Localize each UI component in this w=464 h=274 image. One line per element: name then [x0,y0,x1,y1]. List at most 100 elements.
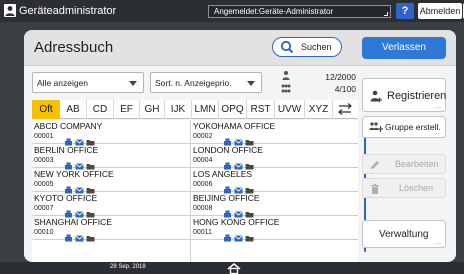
entry-name: BERLIN OFFICE [34,145,99,155]
entry-name: SHANGHAI OFFICE [34,217,112,227]
table-row: BERLIN OFFICE 00003 LONDON OFFICE 00004 [32,144,358,170]
register-button[interactable]: Registrieren ... [362,78,446,112]
address-entry[interactable]: KYOTO OFFICE 00007 [32,192,190,218]
address-entry[interactable]: LOS ANGELES 00006 [190,168,348,194]
entry-number: 00005 [34,181,54,188]
entry-number: 00008 [193,205,213,212]
login-status-text: Angemeldet:Geräte-Administrator [214,7,334,16]
address-entry[interactable]: BEIJING OFFICE 00008 [190,192,348,218]
pencil-icon [371,161,379,169]
tab-cd[interactable]: CD [87,100,114,119]
swap-order-icon[interactable] [336,102,354,117]
tab-uvw[interactable]: UVW [275,100,305,119]
top-bar: Geräteadministrator Angemeldet:Geräte-Ad… [0,0,464,22]
register-label: Registrieren [387,90,447,102]
display-filter-dropdown[interactable]: Alle anzeigen [32,72,144,93]
table-row-partial [32,240,358,262]
entry-count: 12/2000 4/100 [306,71,356,95]
more-indicator: ... [435,104,441,110]
tab-ijk[interactable]: IJK [165,100,192,119]
search-button[interactable]: Suchen [272,37,342,57]
address-entry[interactable]: NEW YORK OFFICE 00005 [32,168,190,194]
table-row: SHANGHAI OFFICE 00010 HONG KONG OFFICE 0… [32,216,358,242]
date-display: 28 Sep. 2018 [110,264,146,270]
address-entry[interactable]: BERLIN OFFICE 00003 [32,144,190,170]
delete-label: Löschen [399,183,434,193]
panel-header: Adressbuch Suchen Verlassen [24,30,456,66]
table-row: ABCD COMPANY 00001 YOKOHAMA OFFICE 00002 [32,120,358,146]
entry-name: LOS ANGELES [193,169,253,179]
sort-value: Sort. n. Anzeigeprio. [155,78,232,88]
address-entry-partial[interactable] [32,240,190,262]
sort-dropdown[interactable]: Sort. n. Anzeigeprio. [150,72,262,93]
page-title: Adressbuch [34,39,114,56]
search-icon [280,40,294,54]
tab-rst[interactable]: RST [247,100,275,119]
admin-title: Geräteadministrator [19,5,117,17]
entry-number: 00003 [34,157,54,164]
add-user-icon [370,90,382,102]
chevron-down-icon [129,81,137,86]
index-tabs: Oft AB CD EF GH IJK LMN OPQ RST UVW XYZ [32,100,358,119]
tab-ef[interactable]: EF [114,100,140,119]
login-status[interactable]: Angemeldet:Geräte-Administrator [208,5,391,18]
tab-xyz[interactable]: XYZ [305,100,333,119]
exit-button[interactable]: Verlassen [362,37,446,59]
delete-button[interactable]: Löschen [362,178,446,198]
more-indicator: ... [435,240,441,246]
count-icons [280,70,292,96]
entry-number: 00006 [193,181,213,188]
help-button[interactable]: ? [396,3,414,19]
more-indicator: ... [435,130,441,136]
address-entry[interactable]: LONDON OFFICE 00004 [190,144,348,170]
manage-label: Verwaltung [379,229,429,240]
entry-name: NEW YORK OFFICE [34,169,114,179]
entry-name: HONG KONG OFFICE [193,217,280,227]
address-book-panel: Adressbuch Suchen Verlassen Alle anzeige… [24,30,456,262]
manage-button[interactable]: Verwaltung ... [362,220,446,248]
screen: Geräteadministrator Angemeldet:Geräte-Ad… [0,0,464,274]
entry-name: LONDON OFFICE [193,145,263,155]
create-group-label: Gruppe erstell. [385,122,441,132]
trash-icon [371,183,379,194]
entry-number: 00010 [34,229,54,236]
person-icon [282,71,290,80]
entry-name: BEIJING OFFICE [193,193,260,203]
entry-number: 00011 [193,229,212,236]
edit-button[interactable]: Bearbeiten [362,154,446,174]
display-filter-value: Alle anzeigen [37,78,89,88]
chevron-down-icon [247,81,255,86]
tab-gh[interactable]: GH [140,100,165,119]
group-icon [369,122,383,132]
group-count-total: 4/100 [334,84,356,94]
tab-oft[interactable]: Oft [32,100,60,119]
expand-corner-icon [384,12,388,16]
group-icon [281,84,291,93]
entry-name: KYOTO OFFICE [34,193,98,203]
entry-number: 00007 [34,205,54,212]
address-entry[interactable]: HONG KONG OFFICE 00011 [190,216,348,242]
logout-button[interactable]: Abmelden [418,3,462,19]
address-entry-partial[interactable] [190,240,348,262]
address-entry[interactable]: ABCD COMPANY 00001 [32,120,190,146]
entry-number: 00001 [34,133,54,140]
table-row: KYOTO OFFICE 00007 BEIJING OFFICE 00008 [32,192,358,218]
address-entry[interactable]: YOKOHAMA OFFICE 00002 [190,120,348,146]
tab-lmn[interactable]: LMN [192,100,219,119]
entry-name: YOKOHAMA OFFICE [193,121,276,131]
search-button-label: Suchen [301,42,332,52]
address-entry[interactable]: SHANGHAI OFFICE 00010 [32,216,190,242]
bottom-bar: 28 Sep. 2018 [0,262,464,274]
entry-name: ABCD COMPANY [34,121,103,131]
tab-opq[interactable]: OPQ [219,100,247,119]
tab-ab[interactable]: AB [60,100,87,119]
entry-count-total: 12/2000 [325,72,356,82]
create-group-button[interactable]: Gruppe erstell. ... [362,116,446,138]
home-icon[interactable] [226,263,242,274]
entry-number: 00002 [193,133,213,140]
entry-number: 00004 [193,157,213,164]
user-icon [4,4,16,17]
edit-label: Bearbeiten [395,159,439,169]
table-row: NEW YORK OFFICE 00005 LOS ANGELES 00006 [32,168,358,194]
address-list: ABCD COMPANY 00001 YOKOHAMA OFFICE 00002… [32,120,358,262]
